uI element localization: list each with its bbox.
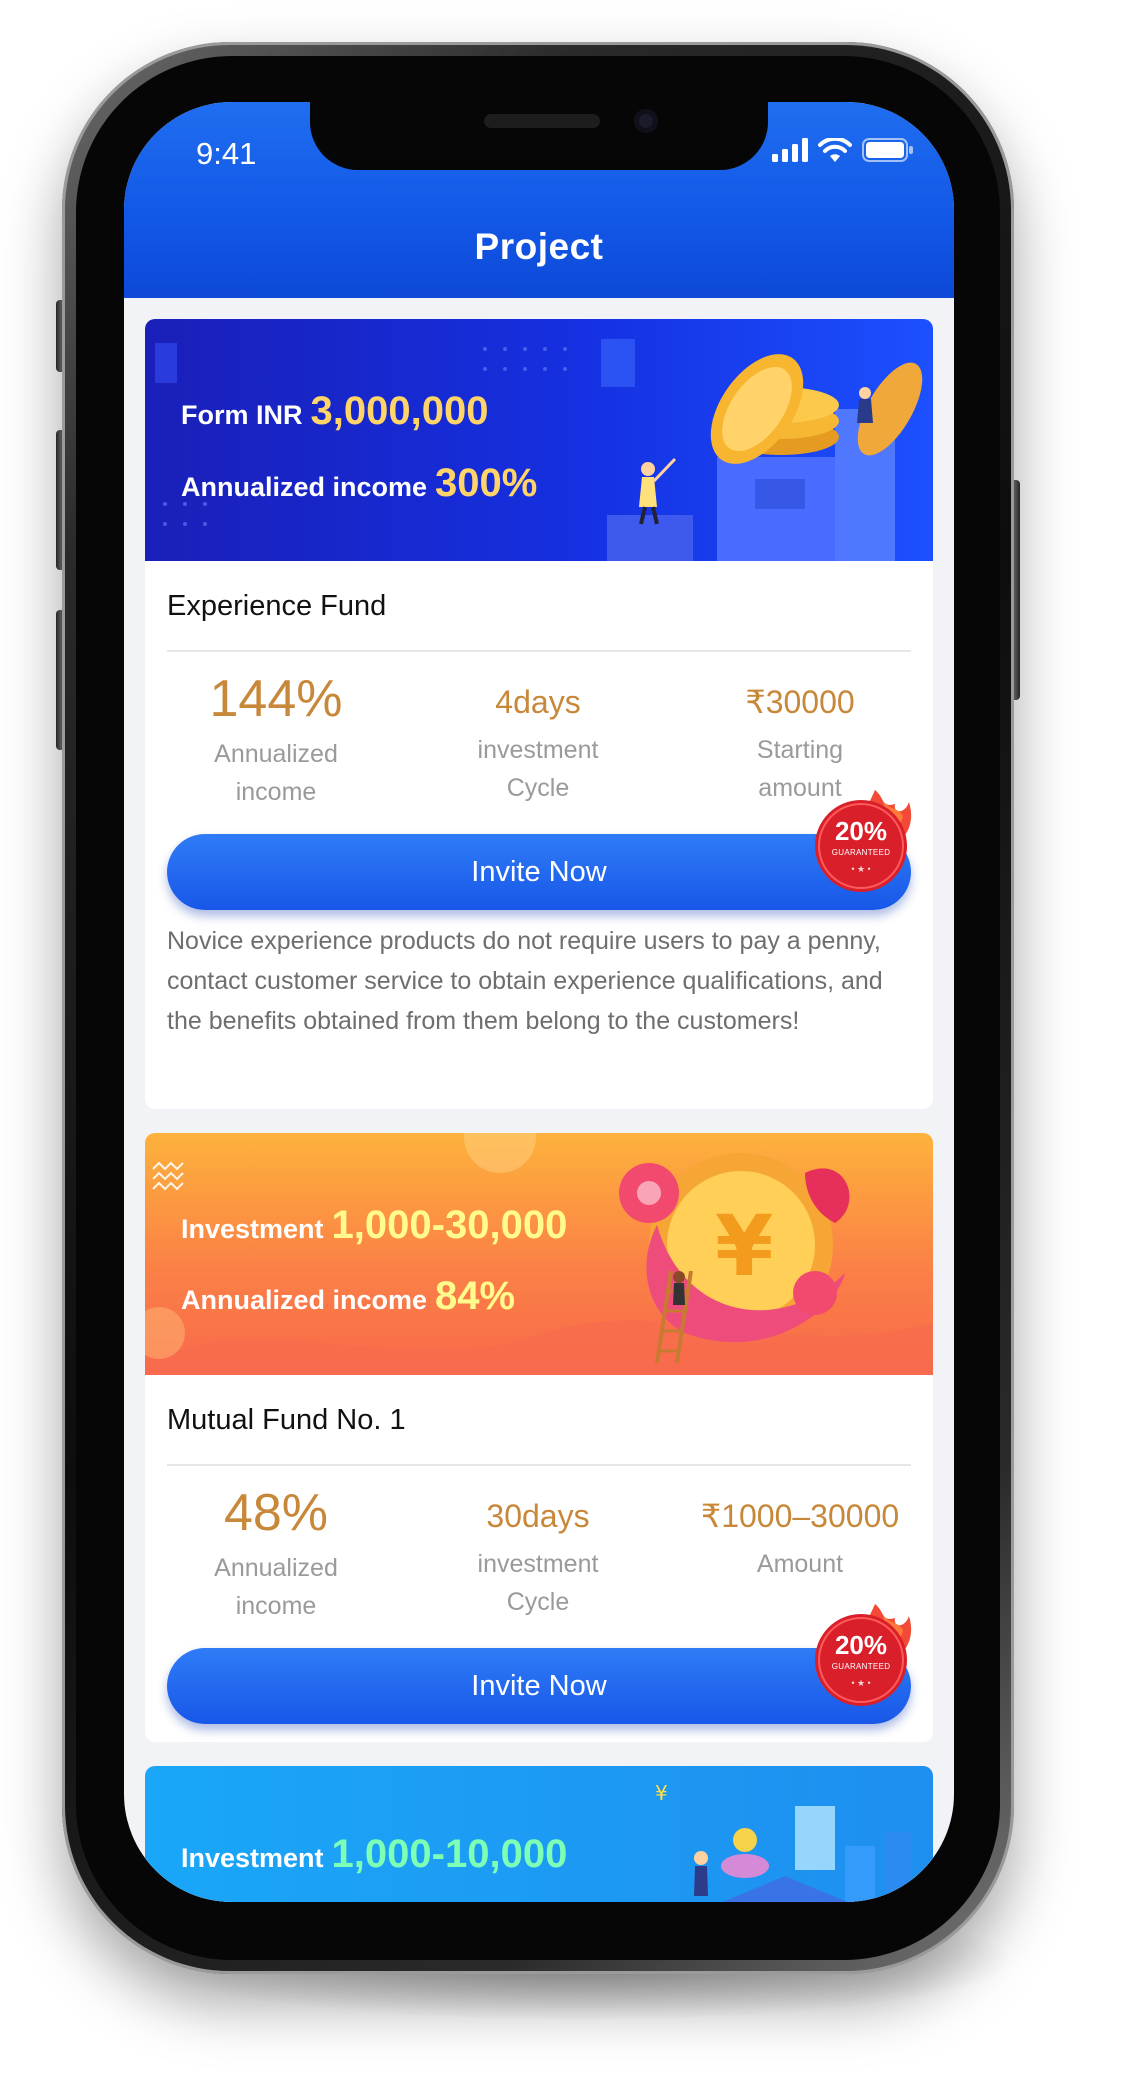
stat-caption: Annualized income: [145, 735, 407, 811]
status-icons: [772, 138, 914, 162]
banner-amount-line: Investment 1,000-30,000: [181, 1203, 567, 1248]
stat-caption-line2: Cycle: [506, 774, 570, 803]
stat-caption-line1: Amount: [756, 1550, 844, 1579]
invite-now-button[interactable]: Invite Now: [167, 1648, 911, 1724]
fund-card-mutual-1: ¥ Investment 1,000-30,000 Annualized inco…: [145, 1133, 933, 1742]
badge-percent: 20%: [834, 816, 888, 846]
banner-income-line: Annualized income 300%: [181, 461, 537, 506]
banner-amount-label: Form INR: [181, 400, 303, 430]
guaranteed-badge: 20% GUARANTEED • ★ •: [805, 1596, 917, 1714]
stat-value: ₹30000: [745, 684, 855, 720]
app-screen: 9:41 Project Form INR 3,000,000 Annualiz…: [124, 102, 954, 1902]
stat-caption-line1: investment: [477, 1550, 599, 1579]
fund-banner: Form INR 3,000,000 Annualized income 300%: [145, 319, 933, 561]
stat-caption-line2: Cycle: [506, 1588, 570, 1617]
stat-caption-line1: Annualized: [214, 1554, 338, 1582]
fund-banner: ¥ Investment 1,000-10,000: [145, 1766, 933, 1902]
fund-description: Novice experience products do not requir…: [167, 927, 883, 1035]
front-camera: [634, 109, 658, 133]
banner-amount-line: Investment 1,000-10,000: [181, 1832, 567, 1877]
stat-caption: Amount: [669, 1545, 931, 1583]
fund-name: Experience Fund: [167, 590, 387, 622]
cellular-signal-icon: [772, 138, 808, 162]
stat-caption-line2: income: [235, 778, 317, 806]
stat-value: ₹1000–30000: [700, 1498, 900, 1534]
stat-value: 48%: [223, 1484, 329, 1542]
badge-percent: 20%: [834, 1630, 888, 1660]
banner-amount-value: 1,000-10,000: [331, 1832, 568, 1876]
stat-investment-cycle: 4days investment Cycle: [407, 679, 669, 811]
stat-caption: investment Cycle: [407, 1545, 669, 1621]
stat-caption-line1: investment: [477, 736, 599, 765]
banner-income-value: 300%: [435, 461, 538, 505]
badge-stars-icon: • ★ •: [851, 864, 871, 874]
banner-amount-line: Form INR 3,000,000: [181, 389, 488, 434]
fund-card-partial: ¥ Investment 1,000-10,000: [145, 1766, 933, 1902]
banner-income-label: Annualized income: [181, 1285, 428, 1315]
banner-illustration: ¥: [145, 1133, 933, 1375]
banner-illustration: [155, 339, 923, 561]
banner-income-value: 84%: [435, 1274, 516, 1318]
banner-amount-label: Investment: [181, 1843, 324, 1873]
svg-text:¥: ¥: [715, 1197, 773, 1295]
badge-stars-icon: • ★ •: [851, 1678, 871, 1688]
fund-card-experience: Form INR 3,000,000 Annualized income 300% …: [145, 319, 933, 1109]
battery-icon: [862, 138, 913, 162]
divider: [167, 1464, 911, 1466]
stat-value: 144%: [209, 670, 343, 728]
svg-text:¥: ¥: [655, 1781, 668, 1805]
stat-caption-line2: income: [235, 1592, 317, 1620]
notch: [310, 102, 768, 170]
stat-caption: Annualized income: [145, 1549, 407, 1625]
invite-now-button[interactable]: Invite Now: [167, 834, 911, 910]
stat-investment-cycle: 30days investment Cycle: [407, 1493, 669, 1625]
badge-text: GUARANTEED: [831, 1662, 891, 1671]
fund-name: Mutual Fund No. 1: [167, 1404, 406, 1436]
page-title: Project: [474, 226, 604, 267]
status-time: 9:41: [196, 136, 257, 171]
earpiece-speaker: [484, 114, 600, 128]
device-stage: 9:41 Project Form INR 3,000,000 Annualiz…: [0, 0, 1140, 2100]
stat-annualized-income: 48% Annualized income: [145, 1487, 407, 1625]
divider: [167, 650, 911, 652]
badge-text: GUARANTEED: [831, 848, 891, 857]
stat-value: 4days: [495, 684, 581, 720]
stat-value: 30days: [486, 1498, 590, 1534]
stat-caption-line1: Starting: [756, 736, 844, 765]
stat-caption-line1: Annualized: [214, 740, 338, 768]
banner-amount-value: 1,000-30,000: [331, 1203, 568, 1247]
banner-income-label: Annualized income: [181, 472, 428, 502]
stat-caption: investment Cycle: [407, 731, 669, 807]
banner-amount-value: 3,000,000: [310, 389, 489, 433]
banner-income-line: Annualized income 84%: [181, 1274, 515, 1319]
fund-banner: ¥ Investment 1,000-30,000 Annualized inco…: [145, 1133, 933, 1375]
wifi-icon: [818, 138, 852, 162]
banner-amount-label: Investment: [181, 1214, 324, 1244]
guaranteed-badge: 20% GUARANTEED • ★ •: [805, 782, 917, 900]
stat-annualized-income: 144% Annualized income: [145, 673, 407, 811]
